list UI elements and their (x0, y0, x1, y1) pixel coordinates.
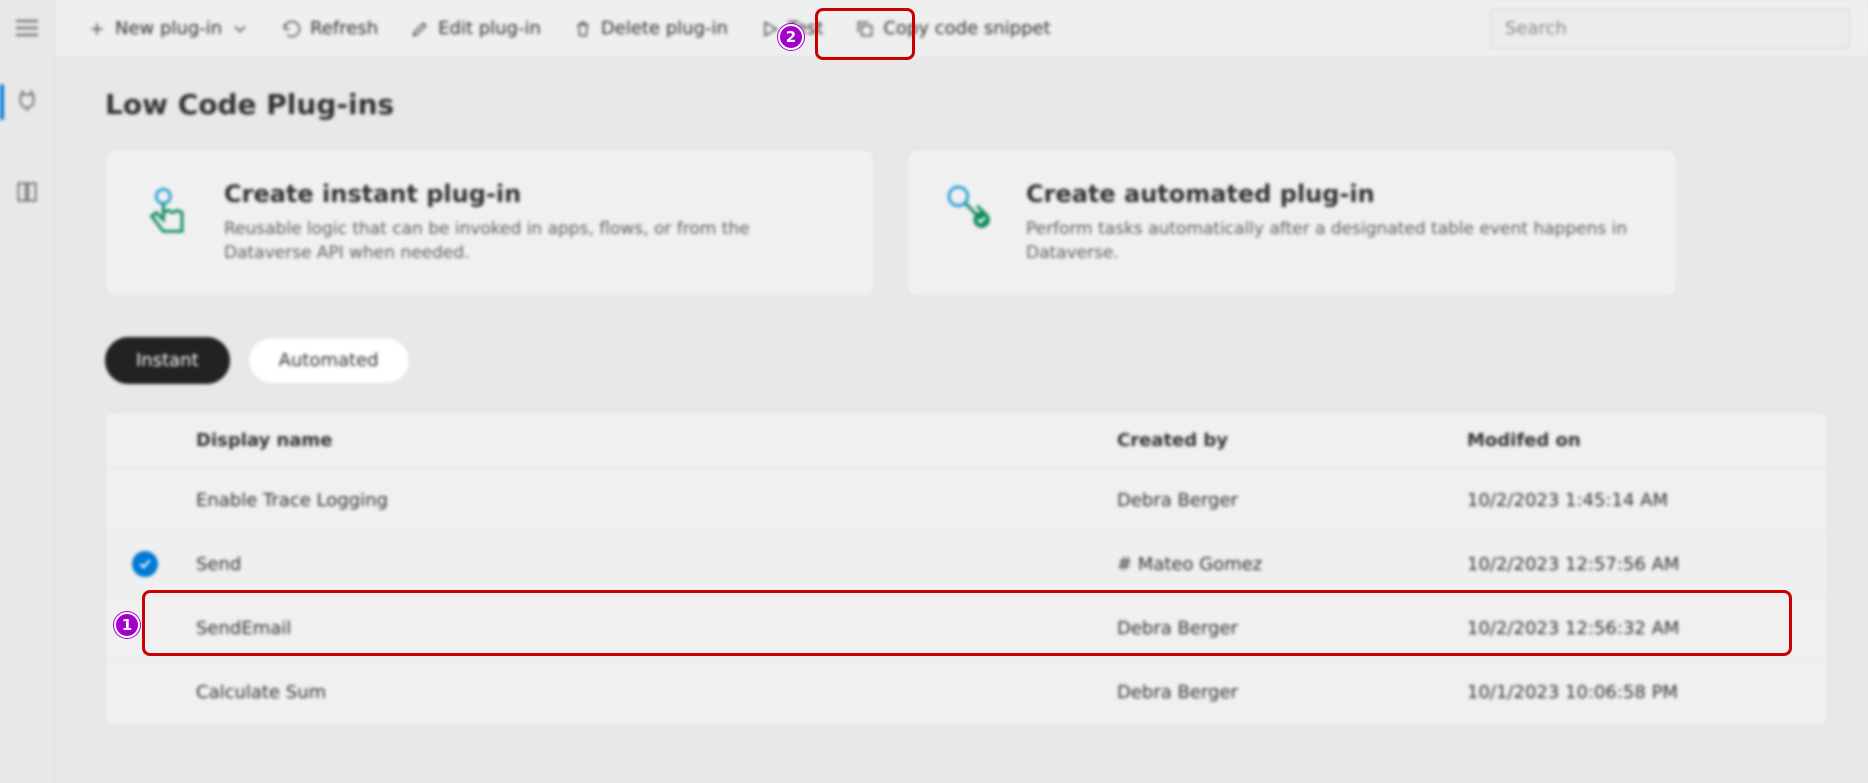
tab-automated[interactable]: Automated (248, 337, 410, 384)
play-icon (760, 19, 780, 39)
toolbar: New plug-in Refresh Edit plug-in Delete … (55, 0, 1868, 58)
card-automated-title: Create automated plug-in (1026, 180, 1642, 208)
card-automated-plugin[interactable]: Create automated plug-in Perform tasks a… (907, 149, 1677, 297)
pencil-icon (410, 19, 430, 39)
page-title: Low Code Plug-ins (105, 88, 1828, 121)
trash-icon (573, 19, 593, 39)
tap-icon (140, 180, 196, 236)
chevron-down-icon (230, 19, 250, 39)
test-label: Test (788, 18, 823, 39)
cell-display-name: Enable Trace Logging (196, 490, 1117, 511)
table-row[interactable]: Calculate Sum Debra Berger 10/1/2023 10:… (106, 661, 1827, 725)
plus-icon (87, 19, 107, 39)
hamburger-icon[interactable] (16, 20, 38, 36)
edit-plugin-button[interactable]: Edit plug-in (396, 10, 555, 47)
copy-snippet-label: Copy code snippet (883, 18, 1050, 39)
cell-modified-on: 10/2/2023 12:56:32 AM (1467, 618, 1817, 639)
cell-display-name: Send (196, 554, 1117, 575)
delete-plugin-button[interactable]: Delete plug-in (559, 10, 742, 47)
cell-created-by: Debra Berger (1117, 618, 1467, 639)
copy-icon (855, 19, 875, 39)
test-button[interactable]: Test (746, 10, 837, 47)
cell-display-name: Calculate Sum (196, 682, 1117, 703)
card-instant-title: Create instant plug-in (224, 180, 840, 208)
new-plugin-button[interactable]: New plug-in (73, 10, 264, 47)
cell-display-name: SendEmail (196, 618, 1117, 639)
copy-snippet-button[interactable]: Copy code snippet (841, 10, 1064, 47)
search-input[interactable]: Search (1490, 9, 1850, 49)
cell-modified-on: 10/2/2023 12:57:56 AM (1467, 554, 1817, 575)
plug-icon (942, 180, 998, 236)
table-row[interactable]: Send # Mateo Gomez 10/2/2023 12:57:56 AM (106, 533, 1827, 597)
rail-item-plugins[interactable] (0, 76, 55, 128)
rail-item-library[interactable] (0, 168, 55, 220)
col-display-name[interactable]: Display name (196, 430, 1117, 451)
col-created-by[interactable]: Created by (1117, 430, 1467, 451)
tab-instant[interactable]: Instant (105, 337, 230, 384)
refresh-label: Refresh (310, 18, 378, 39)
search-placeholder: Search (1505, 18, 1567, 39)
card-instant-desc: Reusable logic that can be invoked in ap… (224, 218, 840, 266)
refresh-icon (282, 19, 302, 39)
card-automated-desc: Perform tasks automatically after a desi… (1026, 218, 1642, 266)
tab-instant-label: Instant (136, 350, 199, 371)
col-modified-on[interactable]: Modifed on (1467, 430, 1817, 451)
plugins-table: Display name Created by Modifed on Enabl… (105, 412, 1828, 726)
delete-plugin-label: Delete plug-in (601, 18, 728, 39)
refresh-button[interactable]: Refresh (268, 10, 392, 47)
cell-modified-on: 10/2/2023 1:45:14 AM (1467, 490, 1817, 511)
left-rail (0, 0, 55, 783)
new-plugin-label: New plug-in (115, 18, 222, 39)
cell-created-by: Debra Berger (1117, 682, 1467, 703)
selected-check-icon[interactable] (132, 551, 158, 577)
table-row[interactable]: SendEmail Debra Berger 10/2/2023 12:56:3… (106, 597, 1827, 661)
tab-automated-label: Automated (279, 350, 379, 371)
table-row[interactable]: Enable Trace Logging Debra Berger 10/2/2… (106, 469, 1827, 533)
edit-plugin-label: Edit plug-in (438, 18, 541, 39)
cell-modified-on: 10/1/2023 10:06:58 PM (1467, 682, 1817, 703)
table-header: Display name Created by Modifed on (106, 413, 1827, 469)
plugin-icon (14, 87, 40, 117)
cell-created-by: Debra Berger (1117, 490, 1467, 511)
cell-created-by: # Mateo Gomez (1117, 554, 1467, 575)
card-instant-plugin[interactable]: Create instant plug-in Reusable logic th… (105, 149, 875, 297)
book-icon (14, 179, 40, 209)
